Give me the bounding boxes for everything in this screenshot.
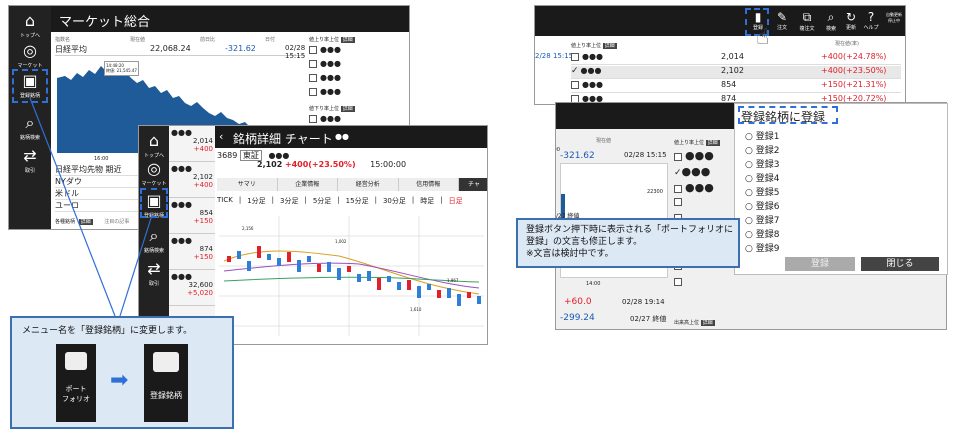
rank-row[interactable]: ✓ ●●● 2,102 +400(+23.50%) <box>571 66 901 79</box>
index-change: -321.62 <box>560 151 595 161</box>
rank-row[interactable] <box>674 277 734 293</box>
checkbox[interactable] <box>571 52 579 61</box>
option-item[interactable]: ○ 登録5 <box>745 185 779 199</box>
inner-bottom-rank: 出来高上位 詳細 <box>674 320 715 326</box>
radio-icon[interactable]: ○ <box>745 146 753 156</box>
hand-cursor-icon: ☝ <box>756 25 770 50</box>
auto-refresh-toggle[interactable]: 自動更新 停止中 <box>883 12 905 24</box>
date-label: 2/28 15:15 <box>535 52 574 60</box>
close-button[interactable]: 閉じる <box>861 257 939 271</box>
briefcase-icon <box>153 352 179 372</box>
radio-icon[interactable]: ○ <box>745 230 753 240</box>
rank-row[interactable]: ●●● <box>674 181 734 197</box>
option-item[interactable]: ○ 登録2 <box>745 143 779 157</box>
checkbox[interactable] <box>571 80 579 89</box>
briefcase-icon <box>65 352 87 370</box>
radio-icon[interactable]: ○ <box>745 216 753 226</box>
rank-header: 値上り率上位 詳細 <box>571 43 617 49</box>
option-item[interactable]: ○ 登録4 <box>745 171 779 185</box>
callout-text: 登録ボタン押下時に表示される「ポートフォリオに登録」の文言も修正します。 ※文言… <box>526 225 734 259</box>
search-icon: ⌕ <box>827 10 835 24</box>
callout-left: メニュー名を「登録銘柄」に変更します。 ポート フォリオ ➡ 登録銘柄 <box>10 316 234 429</box>
order-icon: ✎ <box>776 10 788 24</box>
radio-icon[interactable]: ○ <box>745 202 753 212</box>
option-item[interactable]: ○ 登録3 <box>745 157 779 171</box>
row-date: 02/28 19:14 <box>622 298 665 306</box>
radio-icon[interactable]: ○ <box>745 244 753 254</box>
check-icon[interactable]: ✓ <box>571 66 579 76</box>
right-screen: ▮ 登録 ✎ 注文 ⧉ 複注文 ⌕ 検索 ↻ 更新 ? ヘルプ 自動更新 停止中 現在値(率… <box>534 5 906 105</box>
inner-rank-header: 値上り率上位 詳細 <box>674 140 720 146</box>
option-item[interactable]: ○ 登録6 <box>745 199 779 213</box>
option-item[interactable]: ○ 登録9 <box>745 241 779 255</box>
radio-icon[interactable]: ○ <box>745 174 753 184</box>
register-button[interactable]: 登録 <box>785 257 855 271</box>
index-date: 02/28 15:15 <box>624 151 667 159</box>
toolbar-search[interactable]: ⌕ 検索 <box>821 10 841 32</box>
check-icon[interactable]: ✓ <box>674 168 682 178</box>
option-item[interactable]: ○ 登録7 <box>745 213 779 227</box>
row-change: -299.24 <box>560 313 595 323</box>
toolbar-multi-order[interactable]: ⧉ 複注文 <box>795 10 819 32</box>
toolbar-help[interactable]: ? ヘルプ <box>861 10 881 31</box>
col-header: 現在値 <box>596 138 612 144</box>
rank-row[interactable]: ●●● 2,014 +400(+24.78%) <box>571 52 901 65</box>
col-header: 現在値(率) <box>835 41 859 47</box>
option-item[interactable]: ○ 登録8 <box>745 227 779 241</box>
row-date: 02/27 終値 <box>630 315 667 323</box>
rank-row[interactable]: ✓●●● <box>674 165 734 181</box>
rank-row[interactable]: ●●● 854 +150(+21.31%) <box>571 80 901 93</box>
axis-tick: 14:00 <box>586 281 601 287</box>
radio-icon[interactable]: ○ <box>745 188 753 198</box>
register-dialog: 登録銘柄に登録 ○ 登録1 ○ 登録2 ○ 登録3 ○ 登録4 ○ 登録5 ○ … <box>734 103 948 275</box>
inner-header <box>556 103 756 129</box>
new-menu-icon: 登録銘柄 <box>144 344 188 422</box>
detail-badge[interactable]: 詳細 <box>700 320 715 326</box>
axis-tick: 22600 <box>556 147 560 153</box>
toolbar-refresh[interactable]: ↻ 更新 <box>841 10 861 31</box>
arrow-right-icon: ➡ <box>110 368 129 393</box>
option-list: ○ 登録1 ○ 登録2 ○ 登録3 ○ 登録4 ○ 登録5 ○ 登録6 ○ 登録… <box>745 129 779 255</box>
multi-order-icon: ⧉ <box>802 10 812 24</box>
callout-text: メニュー名を「登録銘柄」に変更します。 <box>22 326 193 336</box>
right-toolbar: ▮ 登録 ✎ 注文 ⧉ 複注文 ⌕ 検索 ↻ 更新 ? ヘルプ 自動更新 停止中 <box>535 6 905 36</box>
callout-right: 登録ボタン押下時に表示される「ポートフォリオに登録」の文言も修正します。 ※文言… <box>516 218 740 268</box>
radio-icon[interactable]: ○ <box>745 132 753 142</box>
help-icon: ? <box>867 10 875 24</box>
detail-badge[interactable]: 詳細 <box>602 43 617 49</box>
radio-icon[interactable]: ○ <box>745 160 753 170</box>
row-change: +60.0 <box>564 297 592 307</box>
detail-badge[interactable]: 詳細 <box>705 140 720 146</box>
option-item[interactable]: ○ 登録1 <box>745 129 779 143</box>
old-menu-icon: ポート フォリオ <box>56 344 96 422</box>
toolbar-order[interactable]: ✎ 注文 <box>771 10 793 31</box>
rank-row[interactable] <box>674 197 734 213</box>
rank-row[interactable]: ●●● <box>674 149 734 165</box>
refresh-icon: ↻ <box>845 10 857 24</box>
title-highlight <box>738 106 838 124</box>
